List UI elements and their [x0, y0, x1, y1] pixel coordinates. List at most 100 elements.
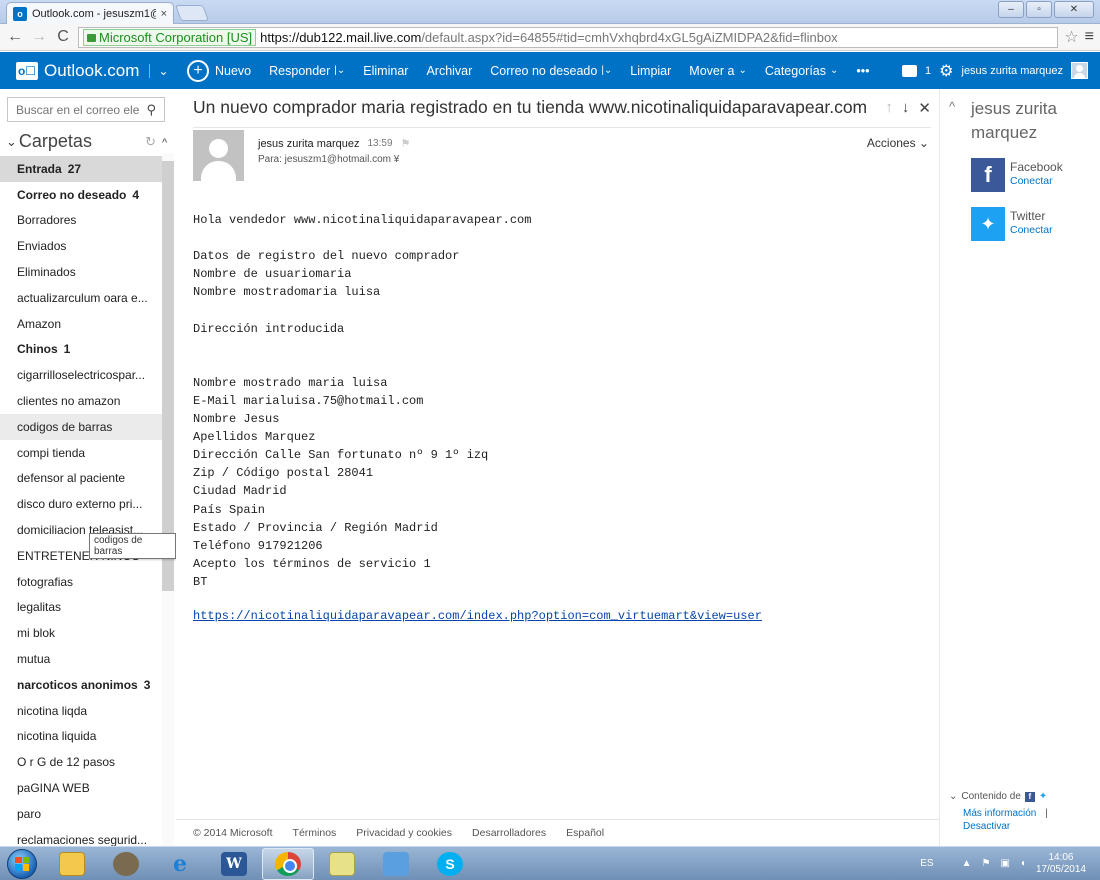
search-box[interactable]: ⚲ — [7, 97, 165, 122]
folder-item[interactable]: Enviados — [0, 233, 162, 259]
tab-close-icon[interactable]: × — [161, 8, 167, 20]
folder-item[interactable]: reclamaciones segurid... — [0, 827, 162, 846]
minimize-button[interactable]: ‒ — [998, 1, 1024, 18]
folder-item[interactable]: defensor al paciente — [0, 466, 162, 492]
previous-message-icon[interactable]: ↑ — [885, 99, 893, 117]
avatar[interactable] — [1071, 62, 1088, 79]
search-input[interactable] — [16, 102, 147, 117]
taskbar-ie[interactable]: e — [154, 848, 206, 880]
folder-item[interactable]: paGINA WEB — [0, 775, 162, 801]
folder-item[interactable]: cigarrilloselectricospar... — [0, 362, 162, 388]
reload-button[interactable]: C — [54, 28, 72, 46]
clock[interactable]: 14:06 17/05/2014 — [1036, 852, 1086, 876]
close-icon[interactable]: ✕ — [918, 99, 931, 117]
action-center-flag-icon[interactable]: ⚑ — [981, 858, 990, 869]
folder-item[interactable]: Amazon — [0, 311, 162, 337]
url-input[interactable]: Microsoft Corporation [US] https://dub12… — [78, 26, 1059, 48]
junk-button[interactable]: Correo no deseado |⌄ — [481, 52, 621, 89]
gear-icon[interactable]: ⚙ — [939, 61, 953, 81]
tray-expand-icon[interactable]: ▲ — [962, 858, 972, 869]
disable-link[interactable]: Desactivar — [963, 821, 1010, 832]
move-to-button[interactable]: Mover a ⌄ — [680, 52, 756, 89]
next-message-icon[interactable]: ↓ — [902, 99, 910, 117]
folder-item[interactable]: O r G de 12 pasos — [0, 749, 162, 775]
app-switcher-chevron-icon[interactable]: ⌄ — [149, 63, 169, 78]
folder-item[interactable]: Borradores — [0, 208, 162, 234]
categories-button[interactable]: Categorías ⌄ — [756, 52, 848, 89]
taskbar-skype[interactable]: S — [424, 848, 476, 880]
taskbar-chrome[interactable] — [262, 847, 314, 880]
more-info-link[interactable]: Más información — [963, 808, 1036, 819]
expand-chevron-icon[interactable]: ⌄ — [949, 791, 957, 802]
folder-item[interactable]: legalitas — [0, 595, 162, 621]
ev-certificate-badge[interactable]: Microsoft Corporation [US] — [83, 28, 257, 46]
maximize-button[interactable]: ▫ — [1026, 1, 1052, 18]
folder-item[interactable]: narcoticos anonimos 3 — [0, 672, 162, 698]
facebook-connect-link[interactable]: Conectar — [1010, 175, 1063, 187]
footer-link-privacy[interactable]: Privacidad y cookies — [356, 827, 452, 839]
folder-item[interactable]: fotografias — [0, 569, 162, 595]
user-name[interactable]: jesus zurita marquez — [962, 65, 1064, 77]
folder-item[interactable]: Entrada 27 — [0, 156, 162, 182]
footer-link-developers[interactable]: Desarrolladores — [472, 827, 546, 839]
folder-item[interactable]: nicotina liquida — [0, 724, 162, 750]
twitter-connect[interactable]: ✦ Twitter Conectar — [971, 207, 1053, 241]
facebook-connect[interactable]: f Facebook Conectar — [971, 158, 1063, 192]
folder-item[interactable]: Eliminados — [0, 259, 162, 285]
junk-dropdown-icon[interactable]: |⌄ — [601, 65, 612, 76]
refresh-icon[interactable]: ↻ — [145, 134, 156, 150]
collapse-chevron-icon[interactable]: ^ — [949, 99, 955, 114]
twitter-connect-link[interactable]: Conectar — [1010, 224, 1053, 236]
messaging-count: 1 — [925, 64, 932, 77]
folders-header[interactable]: ⌄ Carpetas ↻ — [6, 131, 166, 152]
recipient-expand-icon[interactable]: ¥ — [394, 154, 400, 165]
bookmark-star-icon[interactable]: ☆ — [1064, 27, 1078, 47]
footer-link-language[interactable]: Español — [566, 827, 604, 839]
taskbar-sticky-notes[interactable] — [316, 848, 368, 880]
browser-menu-icon[interactable]: ≡ — [1085, 28, 1094, 46]
forward-button[interactable]: → — [30, 28, 48, 46]
folder-item[interactable]: Chinos 1 — [0, 337, 162, 363]
archive-button[interactable]: Archivar — [417, 52, 481, 89]
search-icon[interactable]: ⚲ — [146, 102, 156, 118]
scroll-up-icon[interactable]: ^ — [162, 137, 167, 149]
volume-icon[interactable]: ◖ — [1020, 858, 1026, 869]
network-icon[interactable]: ▣ — [1000, 858, 1009, 869]
sender-name[interactable]: jesus zurita marquez — [258, 138, 360, 150]
folder-item[interactable]: compi tienda — [0, 440, 162, 466]
close-window-button[interactable]: ✕ — [1054, 1, 1094, 18]
flag-icon[interactable]: ⚑ — [401, 137, 411, 150]
message-link[interactable]: https://nicotinaliquidaparavapear.com/in… — [193, 609, 762, 623]
reply-dropdown-icon[interactable]: |⌄ — [334, 65, 345, 76]
messaging-icon[interactable] — [902, 64, 918, 77]
outlook-favicon-icon: o — [13, 6, 27, 21]
folder-item[interactable]: clientes no amazon — [0, 388, 162, 414]
reply-button[interactable]: Responder |⌄ — [260, 52, 354, 89]
new-button[interactable]: + Nuevo — [178, 52, 260, 89]
language-indicator[interactable]: ES — [920, 858, 933, 869]
sweep-button[interactable]: Limpiar — [621, 52, 680, 89]
folder-item[interactable]: paro — [0, 801, 162, 827]
start-button[interactable] — [0, 847, 44, 880]
new-tab-button[interactable] — [175, 5, 209, 21]
brand[interactable]: o☐ Outlook.com ⌄ — [0, 52, 178, 89]
back-button[interactable]: ← — [6, 28, 24, 46]
scrollbar-thumb[interactable] — [162, 161, 174, 591]
folder-item[interactable]: codigos de barras — [0, 413, 162, 440]
folder-item[interactable]: disco duro externo pri... — [0, 491, 162, 517]
folder-item[interactable]: mi blok — [0, 620, 162, 646]
taskbar-people[interactable] — [370, 848, 422, 880]
taskbar-explorer[interactable] — [46, 848, 98, 880]
more-commands-button[interactable]: ••• — [847, 52, 878, 89]
folder-item[interactable]: nicotina liqda — [0, 698, 162, 724]
delete-button[interactable]: Eliminar — [354, 52, 417, 89]
footer-link-terms[interactable]: Términos — [293, 827, 337, 839]
actions-button[interactable]: Acciones ⌄ — [867, 136, 929, 150]
folder-item[interactable]: actualizarculum oara e... — [0, 285, 162, 311]
taskbar-word[interactable]: W — [208, 848, 260, 880]
folder-scrollbar[interactable] — [162, 153, 174, 846]
browser-tab[interactable]: o Outlook.com - jesuszm1@ × — [6, 2, 174, 24]
folder-item[interactable]: Correo no deseado 4 — [0, 182, 162, 208]
folder-item[interactable]: mutua — [0, 646, 162, 672]
taskbar-gimp[interactable] — [100, 848, 152, 880]
